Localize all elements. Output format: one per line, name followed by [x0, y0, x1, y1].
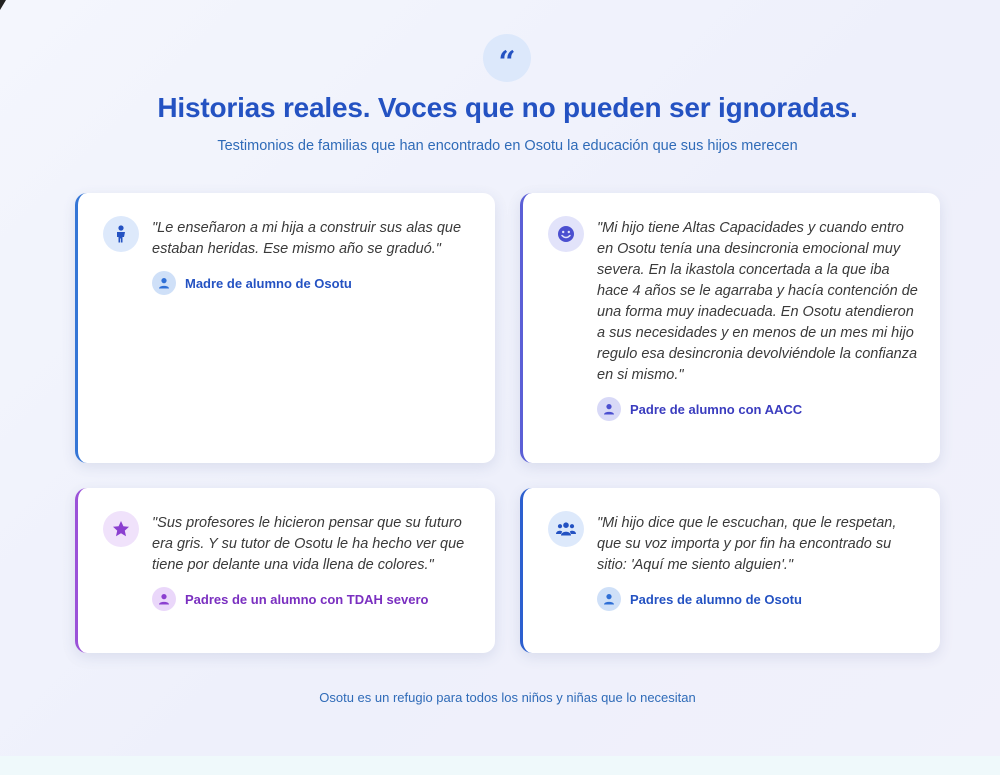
testimonial-quote: "Le enseñaron a mi hija a construir sus … — [152, 220, 462, 257]
author-label: Padres de alumno de Osotu — [630, 591, 802, 607]
page-title: Historias reales. Voces que no pueden se… — [157, 92, 858, 123]
child-icon — [103, 216, 139, 252]
quote-glyph: “ — [498, 45, 516, 80]
star-icon — [103, 511, 139, 547]
user-icon — [597, 397, 621, 421]
testimonial-quote: "Mi hijo tiene Altas Capacidades y cuand… — [597, 220, 918, 383]
testimonial-quote: "Mi hijo dice que le escuchan, que le re… — [597, 515, 897, 573]
user-icon — [152, 271, 176, 295]
quote-icon: “ — [483, 34, 531, 82]
user-icon — [152, 587, 176, 611]
author-label: Padre de alumno con AACC — [630, 401, 803, 417]
bottom-strip — [0, 756, 1000, 775]
testimonial-card-1: "Le enseñaron a mi hija a construir sus … — [75, 193, 495, 463]
user-icon — [597, 587, 621, 611]
testimonial-author: Padres de un alumno con TDAH severo — [152, 587, 428, 611]
users-icon — [548, 511, 584, 547]
mouse-cursor-icon — [0, 0, 6, 10]
testimonial-card-3: "Sus profesores le hicieron pensar que s… — [75, 488, 495, 653]
testimonial-card-4: "Mi hijo dice que le escuchan, que le re… — [520, 488, 940, 653]
smile-icon — [548, 216, 584, 252]
testimonial-card-2: "Mi hijo tiene Altas Capacidades y cuand… — [520, 193, 940, 463]
page-subtitle: Testimonios de familias que han encontra… — [217, 138, 798, 154]
testimonial-author: Padre de alumno con AACC — [597, 397, 802, 421]
author-label: Madre de alumno de Osotu — [185, 275, 352, 291]
author-label: Padres de un alumno con TDAH severo — [185, 591, 429, 607]
testimonial-quote: "Sus profesores le hicieron pensar que s… — [152, 515, 465, 573]
testimonial-author: Madre de alumno de Osotu — [152, 271, 352, 295]
footer-note: Osotu es un refugio para todos los niños… — [319, 690, 696, 705]
testimonial-author: Padres de alumno de Osotu — [597, 587, 802, 611]
